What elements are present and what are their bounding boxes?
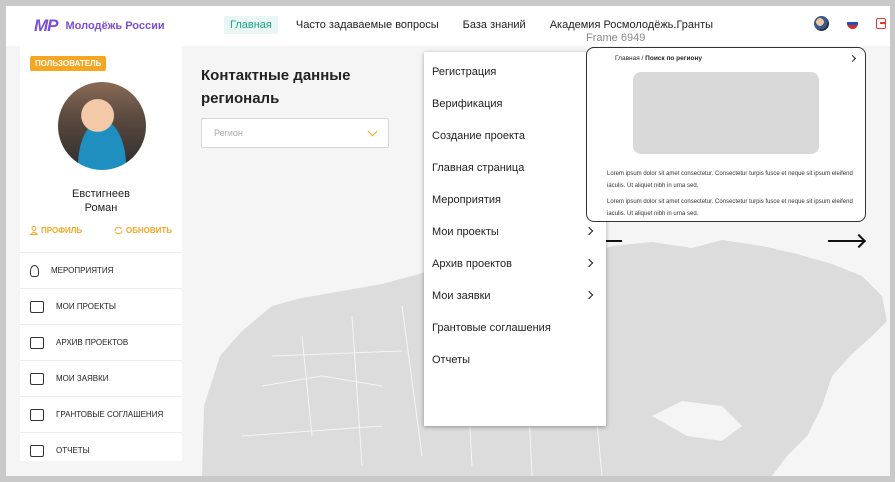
- folder-icon: [30, 336, 44, 349]
- nav-home[interactable]: Главная: [224, 16, 278, 34]
- menu-item-label: Мои заявки: [432, 290, 491, 302]
- bulb-icon: [30, 264, 39, 277]
- menu-item-home-page[interactable]: Главная страница: [424, 152, 606, 184]
- region-placeholder: Регион: [214, 128, 243, 138]
- sidebar-item-my-applications[interactable]: МОИ ЗАЯВКИ: [20, 360, 182, 396]
- report-icon: [30, 444, 44, 457]
- arrow-right-icon[interactable]: [828, 240, 864, 242]
- chevron-right-icon: [584, 290, 594, 300]
- nav-dropdown-menu: Регистрация Верификация Создание проекта…: [424, 52, 606, 426]
- projects-icon: [30, 300, 44, 313]
- language-flag-icon[interactable]: [847, 18, 858, 29]
- chevron-right-icon: [584, 226, 594, 236]
- app-frame: МР Молодёжь России Главная Часто задавае…: [6, 6, 890, 476]
- sidebar-menu: МЕРОПРИЯТИЯ МОИ ПРОЕКТЫ АРХИВ ПРОЕКТОВ М…: [20, 252, 182, 468]
- person-icon: [30, 226, 38, 235]
- profile-sidebar: ПОЛЬЗОВАТЕЛЬ Евстигнеев Роман ПРОФИЛЬ ОБ…: [20, 46, 182, 461]
- menu-item-my-projects[interactable]: Мои проекты: [424, 216, 606, 248]
- menu-item-label: Грантовые соглашения: [432, 322, 551, 334]
- sidebar-item-label: МОИ ЗАЯВКИ: [56, 374, 109, 383]
- breadcrumb: Главная / Поиск по региону: [615, 55, 702, 62]
- main-nav: Главная Часто задаваемые вопросы База зн…: [224, 16, 731, 34]
- chevron-right-icon: [584, 258, 594, 268]
- menu-item-label: Мероприятия: [432, 194, 501, 206]
- user-first-name: Роман: [84, 202, 118, 214]
- menu-item-my-applications[interactable]: Мои заявки: [424, 280, 606, 312]
- menu-item-label: Создание проекта: [432, 130, 525, 142]
- sidebar-item-events[interactable]: МЕРОПРИЯТИЯ: [20, 252, 182, 288]
- sidebar-item-archive[interactable]: АРХИВ ПРОЕКТОВ: [20, 324, 182, 360]
- nav-knowledge-base[interactable]: База знаний: [457, 16, 532, 34]
- logo[interactable]: МР Молодёжь России: [34, 16, 165, 36]
- logout-icon[interactable]: [876, 18, 886, 29]
- menu-item-label: Регистрация: [432, 66, 497, 78]
- arrow-left-stub: [606, 240, 622, 242]
- menu-item-reports[interactable]: Отчеты: [424, 344, 606, 376]
- breadcrumb-home[interactable]: Главная /: [615, 55, 645, 62]
- page-title-line1: Контактные данные региональ: [201, 67, 351, 107]
- sidebar-item-label: АРХИВ ПРОЕКТОВ: [56, 338, 129, 347]
- document-icon: [30, 408, 44, 421]
- checkbox-icon: [30, 372, 44, 385]
- chevron-right-icon[interactable]: [848, 54, 857, 63]
- menu-item-label: Архив проектов: [432, 258, 512, 270]
- card-paragraph-2: Lorem ipsum dolor sit amet consectetur. …: [607, 199, 853, 217]
- sidebar-item-label: ГРАНТОВЫЕ СОГЛАШЕНИЯ: [56, 410, 164, 419]
- top-header: МР Молодёжь России Главная Часто задавае…: [6, 6, 890, 46]
- user-last-name: Евстигнеев: [72, 188, 130, 200]
- region-search-card: Главная / Поиск по региону Lorem ipsum d…: [586, 47, 866, 222]
- role-badge: ПОЛЬЗОВАТЕЛЬ: [30, 56, 107, 71]
- menu-item-label: Верификация: [432, 98, 503, 110]
- frame-label: Frame 6949: [586, 32, 646, 44]
- region-select[interactable]: Регион: [201, 118, 389, 148]
- menu-item-create-project[interactable]: Создание проекта: [424, 120, 606, 152]
- sidebar-item-reports[interactable]: ОТЧЕТЫ: [20, 432, 182, 468]
- menu-item-label: Мои проекты: [432, 226, 499, 238]
- refresh-icon: [114, 226, 123, 235]
- refresh-button[interactable]: ОБНОВИТЬ: [114, 226, 172, 235]
- user-avatar-small[interactable]: [814, 16, 829, 31]
- profile-actions: ПРОФИЛЬ ОБНОВИТЬ: [30, 226, 172, 235]
- image-placeholder: [633, 72, 819, 154]
- chevron-down-icon: [367, 126, 378, 137]
- logo-mark: МР: [34, 16, 58, 35]
- menu-item-verification[interactable]: Верификация: [424, 88, 606, 120]
- sidebar-item-label: МЕРОПРИЯТИЯ: [51, 266, 114, 275]
- breadcrumb-current: Поиск по региону: [645, 55, 702, 62]
- logo-text: Молодёжь России: [65, 20, 165, 32]
- menu-item-label: Главная страница: [432, 162, 525, 174]
- profile-label: ПРОФИЛЬ: [41, 226, 83, 235]
- card-paragraph-1: Lorem ipsum dolor sit amet consectetur. …: [607, 171, 853, 189]
- menu-item-grant-agreements[interactable]: Грантовые соглашения: [424, 312, 606, 344]
- profile-photo: [58, 82, 146, 170]
- sidebar-item-grant-agreements[interactable]: ГРАНТОВЫЕ СОГЛАШЕНИЯ: [20, 396, 182, 432]
- menu-item-project-archive[interactable]: Архив проектов: [424, 248, 606, 280]
- nav-faq[interactable]: Часто задаваемые вопросы: [290, 16, 445, 34]
- sidebar-item-label: ОТЧЕТЫ: [56, 446, 90, 455]
- menu-item-label: Отчеты: [432, 354, 471, 366]
- sidebar-item-label: МОИ ПРОЕКТЫ: [56, 302, 116, 311]
- refresh-label: ОБНОВИТЬ: [125, 226, 172, 235]
- sidebar-item-my-projects[interactable]: МОИ ПРОЕКТЫ: [20, 288, 182, 324]
- menu-item-events[interactable]: Мероприятия: [424, 184, 606, 216]
- profile-button[interactable]: ПРОФИЛЬ: [30, 226, 82, 235]
- menu-item-registration[interactable]: Регистрация: [424, 56, 606, 88]
